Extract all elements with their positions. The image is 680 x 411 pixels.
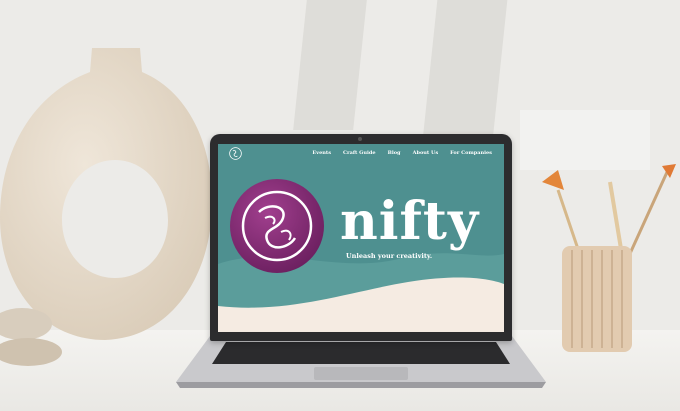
brain-swirl-icon	[230, 179, 324, 273]
brain-swirl-icon[interactable]	[229, 147, 242, 160]
site-navbar: Events Craft Guide Blog About Us For Com…	[218, 144, 504, 164]
nav-link-events[interactable]: Events	[312, 150, 331, 156]
laptop-screen: Events Craft Guide Blog About Us For Com…	[218, 144, 504, 332]
ceramic-vase	[0, 48, 213, 340]
wall-shadow	[422, 0, 508, 140]
stones	[0, 308, 62, 366]
nav-link-craft-guide[interactable]: Craft Guide	[343, 150, 376, 156]
nav-link-about-us[interactable]: About Us	[413, 150, 439, 156]
webcam	[358, 137, 362, 141]
brand-wordmark: nifty	[340, 191, 480, 252]
hero-tagline: Unleash your creativity.	[346, 252, 433, 260]
laptop-base	[176, 336, 546, 388]
ribbed-cup	[562, 246, 632, 352]
nav-link-blog[interactable]: Blog	[388, 150, 401, 156]
laptop-lid: Events Craft Guide Blog About Us For Com…	[210, 134, 512, 341]
nav-link-for-companies[interactable]: For Companies	[450, 150, 492, 156]
photo-scene: Events Craft Guide Blog About Us For Com…	[0, 0, 680, 411]
nav-links: Events Craft Guide Blog About Us For Com…	[312, 150, 492, 156]
wall-shadow	[293, 0, 367, 130]
